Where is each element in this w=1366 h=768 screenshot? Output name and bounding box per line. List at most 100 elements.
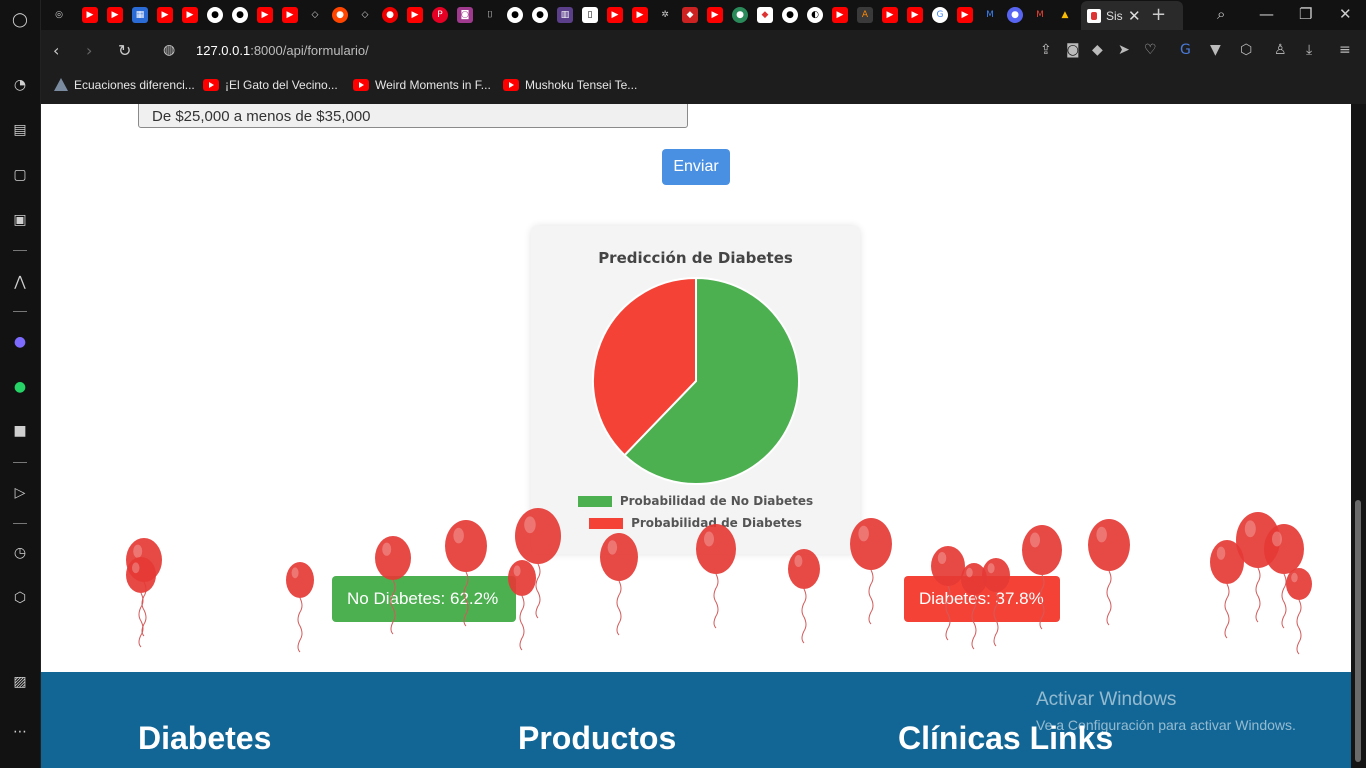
legend-label: Probabilidad de Diabetes [631, 516, 802, 530]
bookmark-item[interactable]: Ecuaciones diferenci... [54, 78, 195, 92]
bookmark-label: Weird Moments in F... [375, 78, 491, 92]
tab-youtube-icon[interactable]: ▶ [407, 7, 423, 23]
gallery-icon[interactable]: ▨ [10, 672, 30, 692]
tab-google-icon[interactable]: G [932, 7, 948, 23]
sidebar-divider [13, 523, 27, 524]
tab-unity-icon[interactable]: ◇ [357, 7, 373, 23]
shield-icon[interactable]: ◆ [1092, 42, 1103, 58]
share-icon[interactable]: ⇪ [1040, 42, 1052, 58]
matlab-icon [54, 78, 68, 92]
tab-gmail-icon[interactable]: M [1032, 7, 1048, 23]
youtube-icon [203, 79, 219, 91]
close-tab-icon[interactable]: ✕ [1128, 7, 1141, 25]
footer-heading-productos: Productos [518, 720, 677, 756]
messenger-icon[interactable]: ● [10, 332, 30, 352]
tab-app-icon[interactable]: ⌷ [482, 7, 498, 23]
tab-drive-icon[interactable]: ▲ [1057, 7, 1073, 23]
tab-youtube-icon[interactable]: ▶ [632, 7, 648, 23]
tab-youtube-icon[interactable]: ▶ [607, 7, 623, 23]
close-window-button[interactable]: ✕ [1339, 5, 1352, 23]
tab-youtube-icon[interactable]: ▶ [957, 7, 973, 23]
tab-youtube-icon[interactable]: ▶ [182, 7, 198, 23]
send-icon[interactable]: ➤ [1118, 42, 1130, 58]
tab-app-icon[interactable]: M [982, 7, 998, 23]
legend-item-diabetes[interactable]: Probabilidad de Diabetes [531, 516, 860, 530]
tab-youtube-icon[interactable]: ▶ [707, 7, 723, 23]
site-info-icon[interactable]: ◍ [163, 42, 175, 58]
tab-app-icon[interactable]: A [857, 7, 873, 23]
tab-youtube-icon[interactable]: ▶ [282, 7, 298, 23]
extensions-icon[interactable]: ⬡ [10, 588, 30, 608]
tab-youtube-icon[interactable]: ▶ [832, 7, 848, 23]
notion-icon[interactable]: ▣ [10, 210, 30, 230]
new-tab-button[interactable]: + [1151, 4, 1166, 25]
minimize-button[interactable]: — [1259, 5, 1274, 23]
tab-openai-icon[interactable]: ✲ [657, 7, 673, 23]
restore-button[interactable]: ❐ [1299, 5, 1312, 23]
history-icon[interactable]: ◷ [10, 543, 30, 563]
translate-icon[interactable]: G [1180, 42, 1191, 58]
profile-icon[interactable]: ♙ [1274, 42, 1287, 58]
menu-icon[interactable]: ≡ [1339, 42, 1351, 58]
discord-icon[interactable]: ■ [10, 421, 30, 441]
tab-app-icon[interactable]: ▥ [557, 7, 573, 23]
tab-pinterest-icon[interactable]: P [432, 7, 448, 23]
balloon [1088, 519, 1130, 626]
tab-active[interactable]: Sis ✕ [1081, 1, 1183, 30]
search-tabs-icon[interactable]: ⌕ [1217, 5, 1225, 23]
tab-github-icon[interactable]: ● [507, 7, 523, 23]
tab-youtube-icon[interactable]: ▶ [107, 7, 123, 23]
tab-app-icon[interactable]: ▦ [132, 7, 148, 23]
tab-app-icon[interactable]: ● [1007, 7, 1023, 23]
url-field[interactable]: 127.0.0.1:8000/api/formulario/ [196, 43, 369, 58]
bookmark-item[interactable]: Mushoku Tensei Te... [503, 78, 637, 92]
tab-youtube-icon[interactable]: ▶ [257, 7, 273, 23]
tab-app-icon[interactable]: ◙ [457, 7, 473, 23]
submit-button[interactable]: Enviar [662, 149, 730, 185]
more-icon[interactable]: ⋯ [10, 722, 30, 742]
tab-youtube-icon[interactable]: ▶ [82, 7, 98, 23]
income-select[interactable]: De $25,000 a menos de $35,000 [138, 104, 688, 128]
tab-app-icon[interactable]: ▯ [582, 7, 598, 23]
tab-github-icon[interactable]: ● [232, 7, 248, 23]
reload-button[interactable]: ↻ [118, 41, 131, 60]
camera-icon[interactable]: ◙ [1066, 42, 1080, 58]
cube-icon[interactable]: ⬡ [1240, 42, 1252, 58]
bookmark-item[interactable]: ¡El Gato del Vecino... [203, 78, 338, 92]
tab-github-icon[interactable]: ● [207, 7, 223, 23]
tab-app-icon[interactable]: ◐ [807, 7, 823, 23]
tab-reddit-icon[interactable]: ● [332, 7, 348, 23]
bookmark-item[interactable]: Weird Moments in F... [353, 78, 491, 92]
twitch-icon[interactable]: ▢ [10, 165, 30, 185]
briefcase-icon[interactable]: ▤ [10, 120, 30, 140]
tab-youtube-icon[interactable]: ▶ [157, 7, 173, 23]
page-viewport: De $25,000 a menos de $35,000 Enviar Pre… [41, 104, 1351, 768]
back-button[interactable]: ‹ [53, 41, 59, 60]
page-scrollbar[interactable] [1351, 104, 1366, 768]
tab-gamepad-icon[interactable]: ◎ [51, 7, 67, 23]
vpn-icon[interactable]: ▼ [1210, 42, 1221, 58]
tab-app-icon[interactable]: ◆ [757, 7, 773, 23]
tab-github-icon[interactable]: ● [532, 7, 548, 23]
tab-app-icon[interactable]: ● [732, 7, 748, 23]
player-icon[interactable]: ▷ [10, 483, 30, 503]
forward-button[interactable]: › [86, 41, 92, 60]
heart-icon[interactable]: ♡ [1144, 42, 1157, 58]
aria-icon[interactable]: ⋀ [10, 272, 30, 292]
legend-item-no-diabetes[interactable]: Probabilidad de No Diabetes [531, 494, 860, 508]
bookmarks-bar: Ecuaciones diferenci... ¡El Gato del Vec… [41, 72, 1366, 104]
tab-unity-icon[interactable]: ◇ [307, 7, 323, 23]
balloon [1264, 524, 1304, 629]
tab-github-icon[interactable]: ● [782, 7, 798, 23]
tab-netflix-icon[interactable]: ● [382, 7, 398, 23]
balloon [126, 538, 162, 637]
download-icon[interactable]: ⤓ [1306, 42, 1312, 58]
scrollbar-thumb[interactable] [1355, 500, 1361, 762]
tab-shield-icon[interactable]: ◆ [682, 7, 698, 23]
tab-youtube-icon[interactable]: ▶ [882, 7, 898, 23]
opera-logo-icon[interactable]: ◯ [10, 10, 30, 30]
bookmark-label: Mushoku Tensei Te... [525, 78, 638, 92]
whatsapp-icon[interactable]: ● [10, 377, 30, 397]
tab-youtube-icon[interactable]: ▶ [907, 7, 923, 23]
speed-dial-icon[interactable]: ◔ [10, 75, 30, 95]
